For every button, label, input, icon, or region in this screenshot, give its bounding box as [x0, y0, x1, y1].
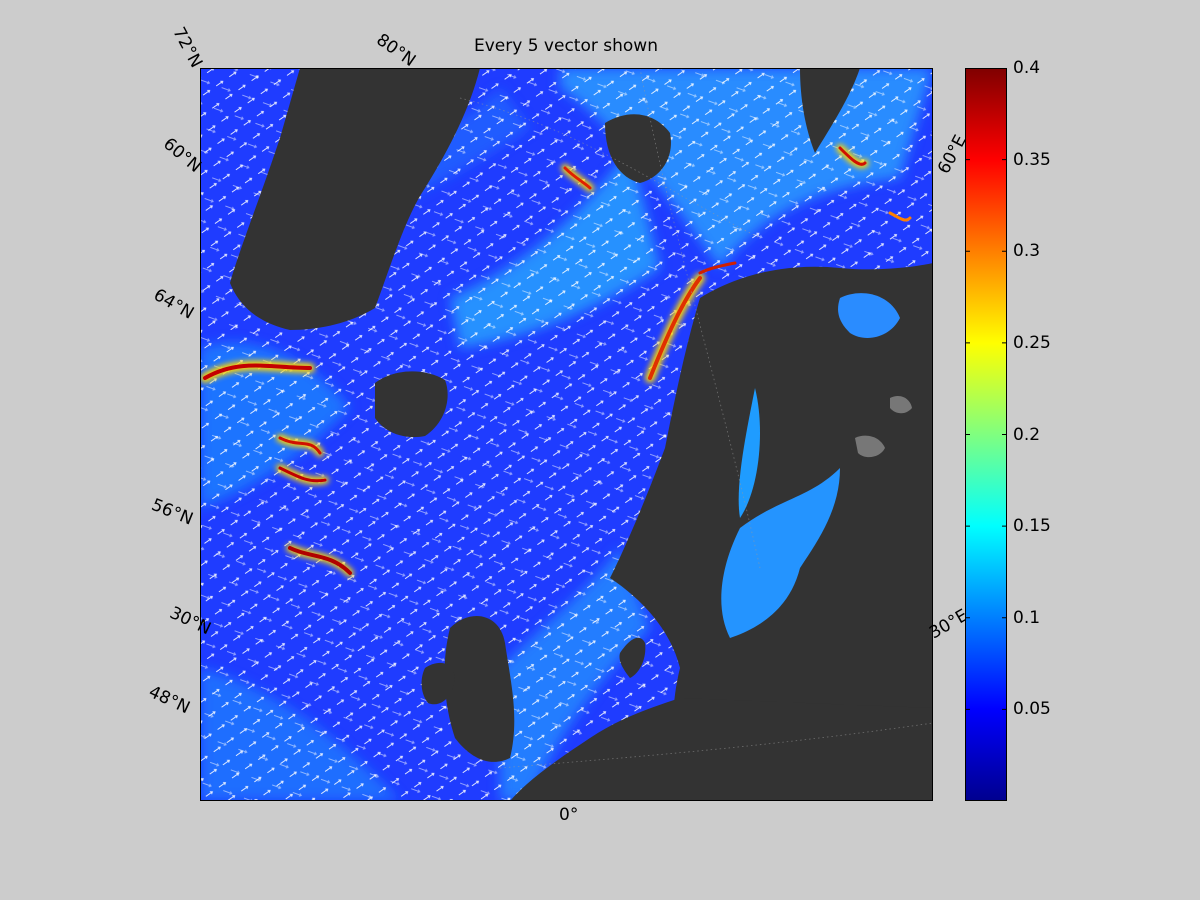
- lat-label-48n: 48°N: [145, 682, 193, 719]
- colorbar-tick-label: 0.05: [1013, 699, 1051, 720]
- lon-label-0: 0°: [559, 805, 579, 825]
- colorbar-tick-label: 0.4: [1013, 58, 1041, 78]
- lat-label-60n: 60°N: [159, 134, 205, 177]
- colorbar-tick-label: 0.15: [1013, 516, 1051, 537]
- plot-title: Every 5 vector shown: [474, 36, 658, 56]
- colorbar-tick-label: 0.25: [1013, 332, 1051, 353]
- colorbar: [965, 68, 1007, 801]
- colorbar-tick-label: 0.2: [1013, 424, 1041, 445]
- lat-label-64n: 64°N: [150, 285, 198, 324]
- colorbar-tick-label: 0.3: [1013, 241, 1041, 262]
- current-speed-map[interactable]: [200, 68, 933, 801]
- colorbar-tick-label: 0.35: [1013, 149, 1051, 170]
- colorbar-tick-label: 0.1: [1013, 607, 1041, 628]
- lat-label-56n: 56°N: [148, 495, 196, 530]
